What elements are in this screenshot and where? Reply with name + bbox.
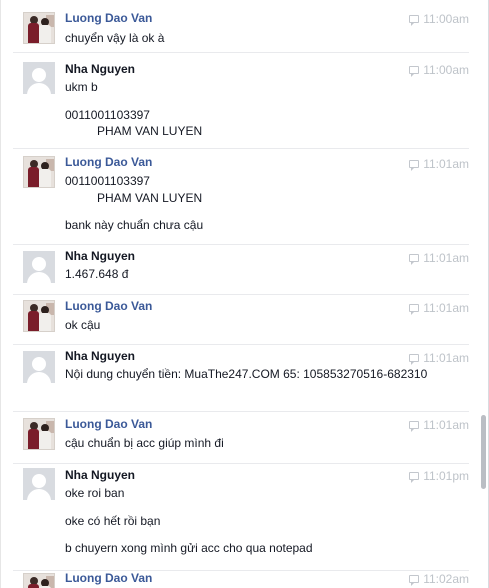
message-text: bank này chuẩn chưa cậu <box>65 218 204 232</box>
message-text: chuyển vậy là ok à <box>65 31 165 45</box>
avatar[interactable] <box>23 573 55 588</box>
timestamp-text: 11:01pm <box>423 469 469 483</box>
message-text: PHAM VAN LUYEN <box>97 191 203 205</box>
sender-name[interactable]: Nha Nguyen <box>65 468 135 482</box>
timestamp-text: 11:01am <box>423 251 469 265</box>
message-text: oke roi ban <box>65 486 125 500</box>
sender-name[interactable]: Nha Nguyen <box>65 62 135 76</box>
avatar[interactable] <box>23 300 55 332</box>
message-text: oke có hết rồi bạn <box>65 514 161 528</box>
sender-name[interactable]: Luong Dao Van <box>65 11 152 25</box>
timestamp: 11:01am <box>395 157 469 171</box>
timestamp: 11:01pm <box>395 469 469 483</box>
message-icon <box>409 304 420 315</box>
timestamp: 11:01am <box>395 251 469 265</box>
divider <box>13 294 469 295</box>
avatar[interactable] <box>23 468 55 500</box>
message-icon <box>409 160 420 171</box>
sender-name[interactable]: Luong Dao Van <box>65 417 152 431</box>
message-group: Luong Dao Van 11:01am ok cậu <box>1 294 479 344</box>
message-group: Nha Nguyen 11:00am ukm b 0011001103397 P… <box>1 52 479 148</box>
divider <box>13 344 469 345</box>
sender-name[interactable]: Nha Nguyen <box>65 349 135 363</box>
message-text: 0011001103397 <box>65 108 150 122</box>
timestamp: 11:00am <box>395 63 469 77</box>
message-thread[interactable]: Luong Dao Van 11:00am chuyển vậy là ok à… <box>0 0 489 588</box>
message-icon <box>409 421 420 432</box>
divider <box>13 411 469 412</box>
timestamp-text: 11:00am <box>423 63 469 77</box>
message-icon <box>409 15 420 26</box>
message-text: ok cậu <box>65 318 101 332</box>
message-group: Nha Nguyen 11:01pm oke roi ban oke có hế… <box>1 463 479 570</box>
avatar[interactable] <box>23 351 55 383</box>
timestamp-text: 11:00am <box>423 12 469 26</box>
message-icon <box>409 354 420 365</box>
message-group: Luong Dao Van 11:00am chuyển vậy là ok à <box>1 0 479 52</box>
message-text: cậu chuẩn bị acc giúp mình đi <box>65 436 224 450</box>
message-group: Luong Dao Van 11:01am cậu chuẩn bị acc g… <box>1 411 479 463</box>
sender-name[interactable]: Luong Dao Van <box>65 571 152 585</box>
avatar[interactable] <box>23 62 55 94</box>
avatar[interactable] <box>23 156 55 188</box>
timestamp: 11:01am <box>395 351 469 365</box>
message-text: b chuyern xong mình gửi acc cho qua note… <box>65 541 313 555</box>
sender-name[interactable]: Nha Nguyen <box>65 249 135 263</box>
message-icon <box>409 254 420 265</box>
timestamp-text: 11:01am <box>423 301 469 315</box>
message-text: 0011001103397 <box>65 174 150 188</box>
sender-name[interactable]: Luong Dao Van <box>65 299 152 313</box>
message-text: 1.467.648 đ <box>65 267 129 281</box>
message-text: ukm b <box>65 80 98 94</box>
message-group: Nha Nguyen 11:01am Nội dung chuyển tiền:… <box>1 344 479 411</box>
avatar[interactable] <box>23 418 55 450</box>
timestamp-text: 11:01am <box>423 418 469 432</box>
message-icon <box>409 66 420 77</box>
divider <box>13 148 469 149</box>
message-group: Nha Nguyen 11:01am 1.467.648 đ <box>1 244 479 294</box>
message-icon <box>409 575 420 586</box>
timestamp: 11:00am <box>395 12 469 26</box>
message-icon <box>409 472 420 483</box>
avatar[interactable] <box>23 12 55 44</box>
timestamp-text: 11:01am <box>423 157 469 171</box>
sender-name[interactable]: Luong Dao Van <box>65 155 152 169</box>
timestamp-text: 11:01am <box>423 351 469 365</box>
timestamp: 11:01am <box>395 418 469 432</box>
message-text: Nội dung chuyển tiền: MuaThe247.COM 65: … <box>65 367 428 381</box>
timestamp: 11:01am <box>395 301 469 315</box>
message-text: PHAM VAN LUYEN <box>97 124 203 138</box>
message-group: Luong Dao Van 11:02am <box>1 570 479 588</box>
divider <box>13 463 469 464</box>
timestamp: 11:02am <box>395 572 469 586</box>
message-group: Luong Dao Van 11:01am 0011001103397 PHAM… <box>1 148 479 244</box>
scrollbar-thumb[interactable] <box>481 415 486 489</box>
divider <box>13 244 469 245</box>
divider <box>13 52 469 53</box>
timestamp-text: 11:02am <box>423 572 469 586</box>
avatar[interactable] <box>23 251 55 283</box>
